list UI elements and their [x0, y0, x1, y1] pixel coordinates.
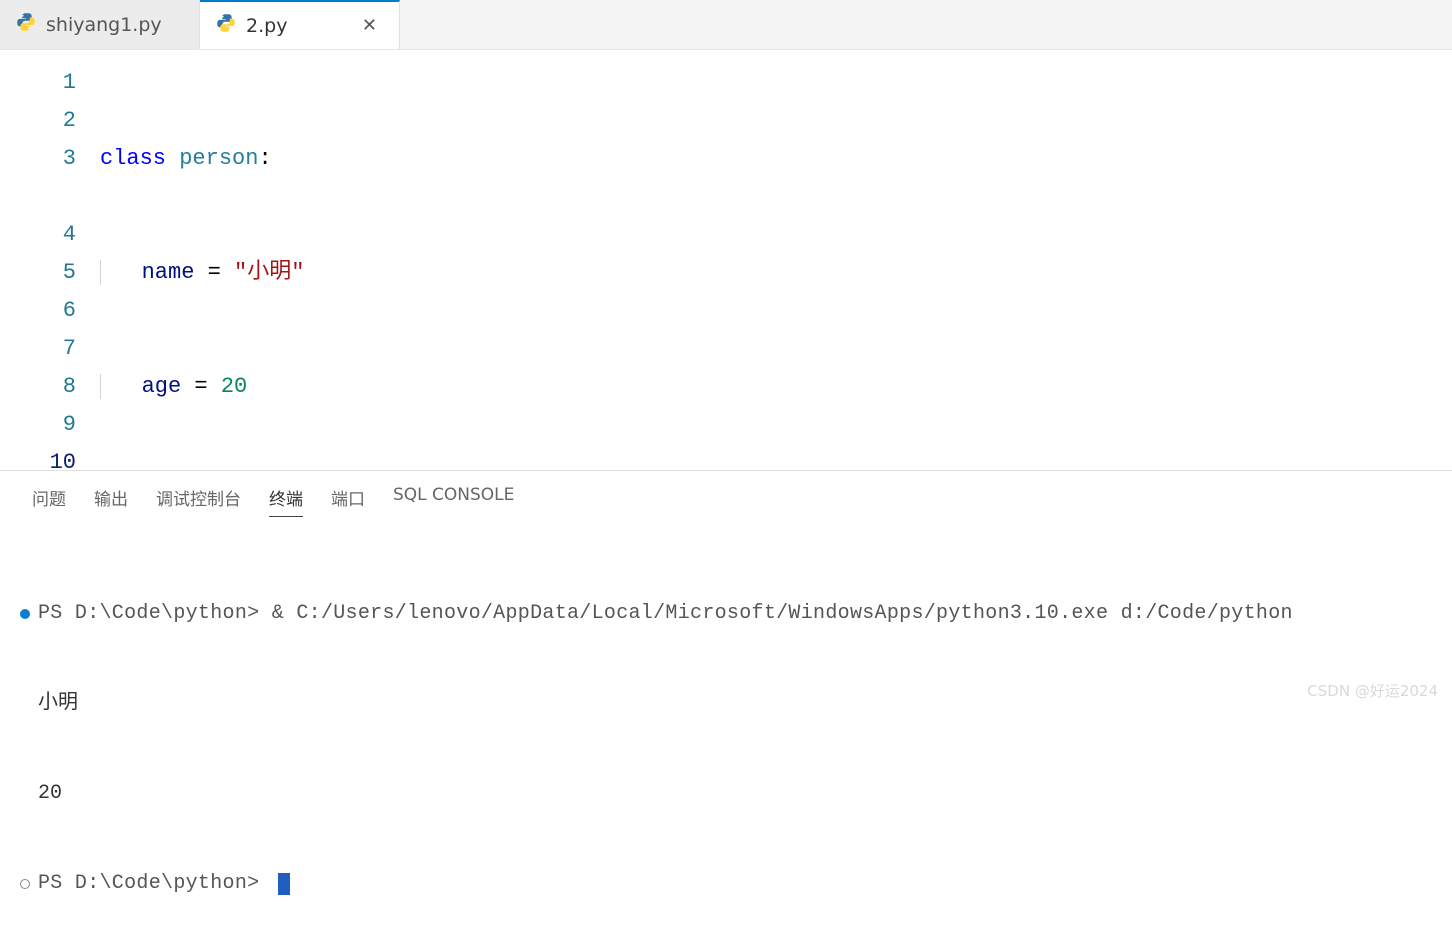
code-content[interactable]: class person: name = "小明" age = 20 函数注释 …	[100, 50, 1452, 470]
terminal-panel[interactable]: PS D:\Code\python> & C:/Users/lenovo/App…	[0, 525, 1452, 943]
code-editor[interactable]: 1 2 3 4 5 6 7 8 9 10 class person: name …	[0, 50, 1452, 470]
terminal-output: 小明	[38, 689, 78, 719]
tab-2py[interactable]: 2.py ✕	[200, 0, 400, 49]
panel-tab-terminal[interactable]: 终端	[269, 485, 303, 517]
terminal-prompt: PS D:\Code\python>	[38, 869, 272, 899]
line-number: 5	[0, 254, 76, 292]
terminal-command: & C:/Users/lenovo/AppData/Local/Microsof…	[272, 599, 1293, 629]
class-name: person	[179, 146, 258, 171]
terminal-cursor	[278, 873, 290, 895]
tab-label: shiyang1.py	[46, 14, 183, 36]
panel-tab-bar: 问题 输出 调试控制台 终端 端口 SQL CONSOLE	[0, 471, 1452, 525]
close-icon[interactable]: ✕	[356, 13, 383, 38]
editor-tab-bar: shiyang1.py 2.py ✕	[0, 0, 1452, 50]
tab-shiyang1[interactable]: shiyang1.py	[0, 0, 200, 49]
terminal-idle-indicator-icon	[20, 879, 30, 889]
line-number: 3	[0, 140, 76, 178]
line-number-gutter: 1 2 3 4 5 6 7 8 9 10	[0, 50, 100, 470]
panel-tab-debug-console[interactable]: 调试控制台	[156, 485, 241, 517]
line-number: 8	[0, 368, 76, 406]
terminal-output: 20	[38, 779, 62, 809]
watermark: CSDN @好运2024	[1307, 680, 1438, 701]
variable: age	[142, 374, 182, 399]
variable: name	[142, 260, 195, 285]
line-number: 10	[0, 444, 76, 470]
number-literal: 20	[221, 374, 247, 399]
line-number: 2	[0, 102, 76, 140]
panel-tab-output[interactable]: 输出	[94, 485, 128, 517]
terminal-prompt: PS D:\Code\python>	[38, 599, 272, 629]
keyword: class	[100, 146, 166, 171]
line-number: 6	[0, 292, 76, 330]
line-number: 4	[0, 216, 76, 254]
line-number: 1	[0, 64, 76, 102]
panel-tab-ports[interactable]: 端口	[331, 485, 365, 517]
panel-tab-problems[interactable]: 问题	[32, 485, 66, 517]
terminal-active-indicator-icon	[20, 609, 30, 619]
line-number: 7	[0, 330, 76, 368]
python-icon	[216, 13, 236, 38]
python-icon	[16, 12, 36, 37]
line-number: 9	[0, 406, 76, 444]
string-literal: "小明"	[234, 260, 304, 285]
panel-tab-sql-console[interactable]: SQL CONSOLE	[393, 485, 514, 517]
tab-label: 2.py	[246, 15, 346, 37]
